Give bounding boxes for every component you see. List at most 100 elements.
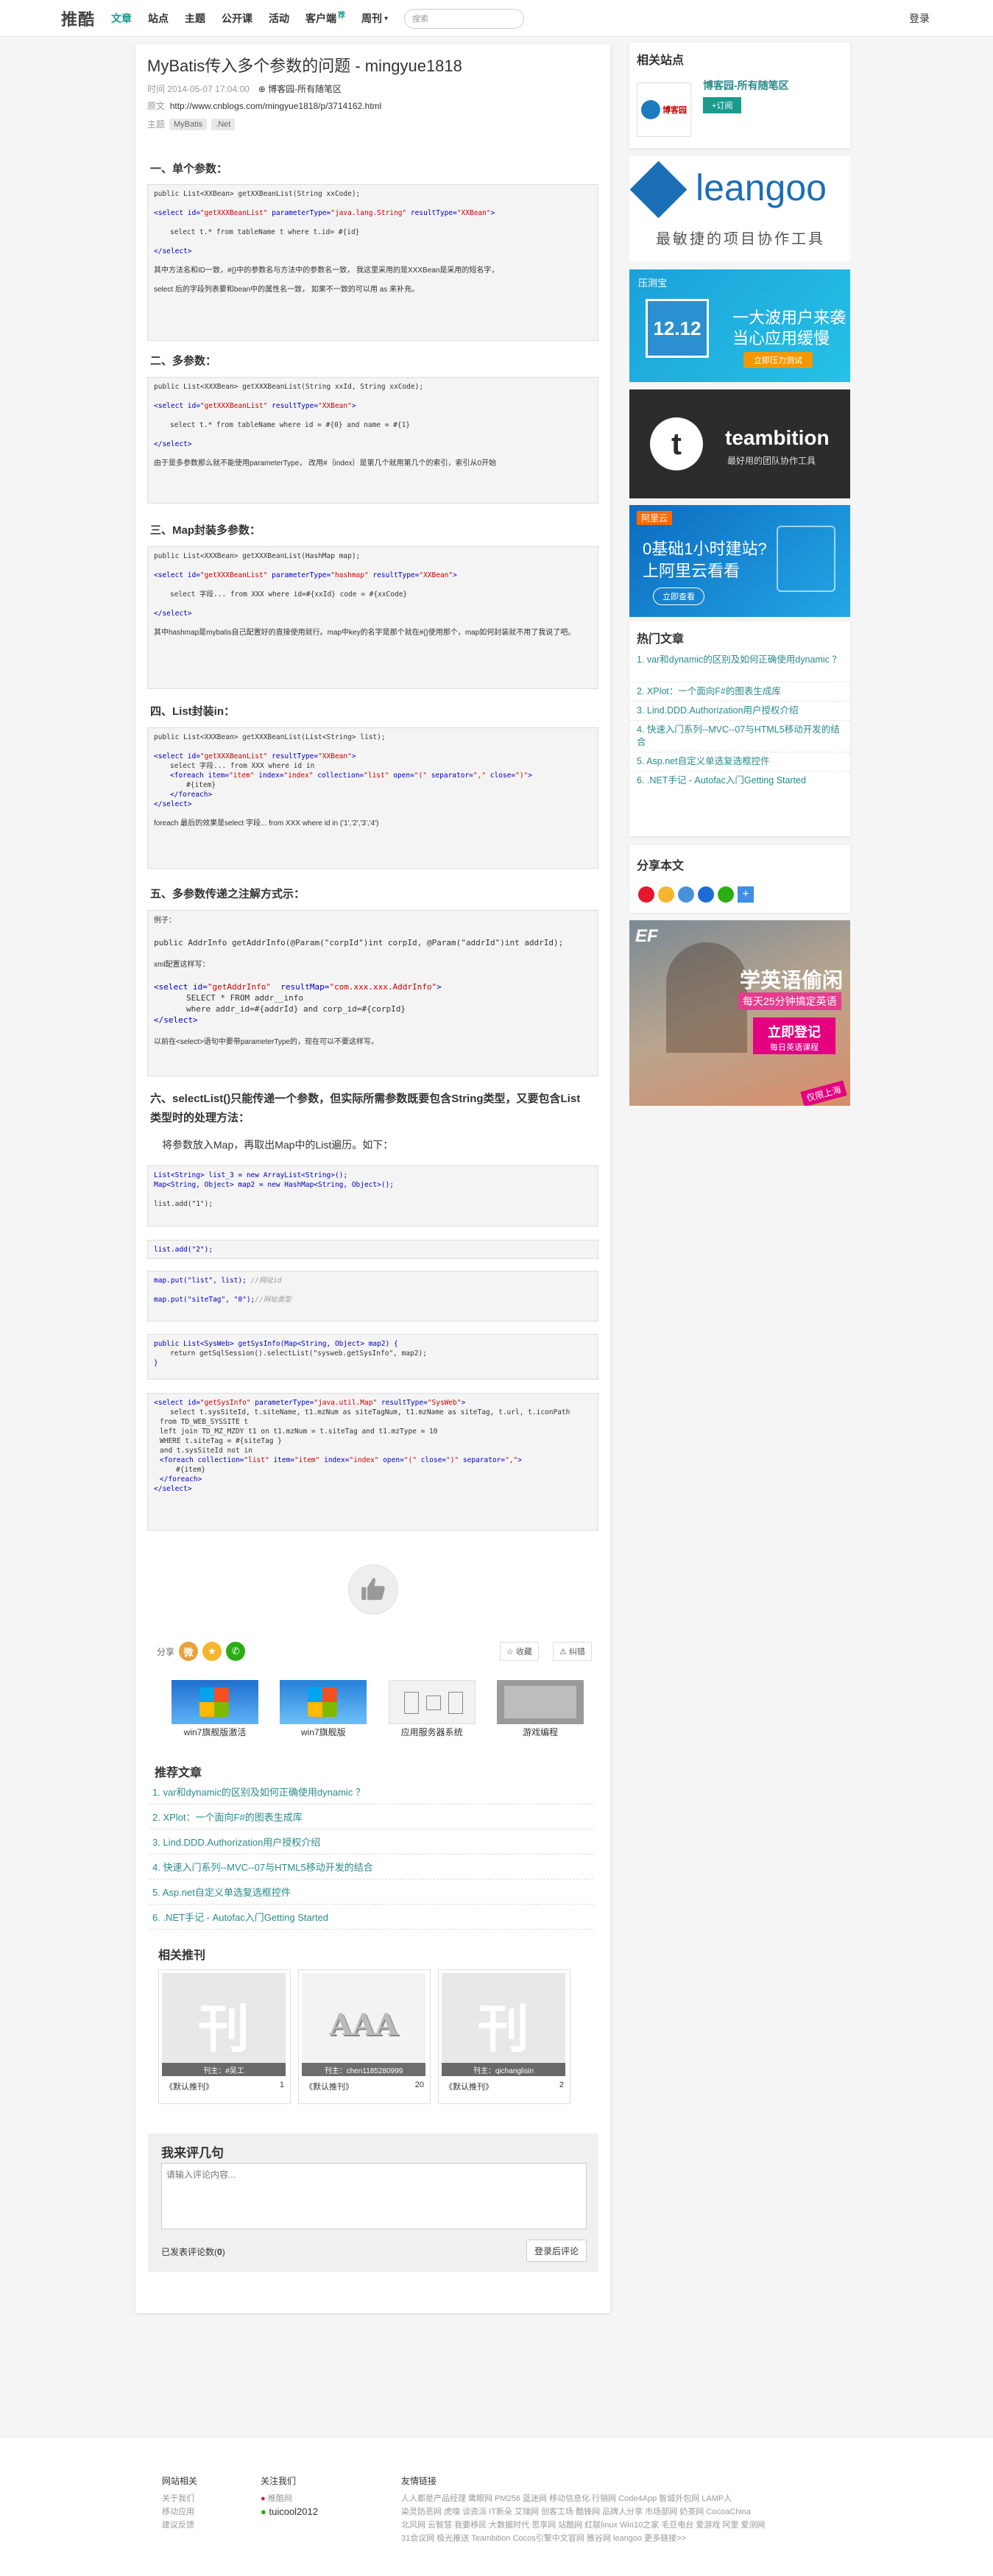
magazine-card[interactable]: AAA 刊主：chen1185280999 《默认推刊》 20	[298, 1969, 431, 2104]
heading-multi-param: 二、多参数：	[150, 355, 217, 367]
footer: 网站相关 关于我们 移动应用 建议反馈 关注我们 ● 推酷网 ● tuicool…	[0, 2437, 993, 2576]
related-thumbs: win7旗舰版激活 win7旗舰版 应用服务器系统 游戏编程	[172, 1680, 584, 1738]
teambition-ad[interactable]: t teambition 最好用的团队协作工具	[629, 389, 850, 498]
cnblogs-logo[interactable]: 博客园	[637, 82, 691, 137]
code-note: 由于是多参数那么就不能使用parameterType， 改用#｛index｝是第…	[154, 459, 497, 467]
login-to-comment-button[interactable]: 登录后评论	[526, 2240, 587, 2262]
site-logo[interactable]: 推酷	[61, 7, 95, 30]
code-line: return getSqlSession().selectList("syswe…	[170, 1349, 427, 1358]
hot-article-item[interactable]: 4. 快速入门系列--MVC--07与HTML5移动开发的结合	[629, 721, 850, 752]
code-note: 例子：	[154, 917, 176, 925]
footer-link-line[interactable]: 31会议网 极光推送 Teambition Cocos引擎中文官网 雅谷网 le…	[401, 2532, 813, 2545]
subscribe-button[interactable]: +订阅	[703, 97, 742, 113]
code-block-1: public List<XXBean> getXXBeanList(String…	[147, 184, 598, 341]
related-site-name[interactable]: 博客园-所有随笔区	[703, 78, 789, 93]
leangoo-brand: leangoo	[696, 167, 827, 208]
more-share-icon[interactable]: +	[738, 886, 754, 903]
code-line: where addr_id=#{addrId} and corp_id=#{co…	[186, 1004, 406, 1014]
code-line: list.add("1");	[154, 1200, 213, 1208]
code-line: <select id="getXXXBeanList" parameterTyp…	[154, 209, 495, 217]
code-line: public List<XXXBean> getXXXBeanList(List…	[154, 733, 386, 741]
code-block-8: map.put("list", list); //网址id map.put("s…	[147, 1271, 598, 1321]
game-screenshot-image	[496, 1680, 584, 1724]
thumb-item[interactable]: 游戏编程	[496, 1680, 584, 1738]
recommend-item[interactable]: 1. var和dynamic的区别及如何正确使用dynamic ？	[149, 1779, 593, 1804]
share-article-title: 分享本文	[637, 860, 685, 872]
footer-link[interactable]: ● 推酷网	[261, 2492, 318, 2505]
aliyun-ad[interactable]: 阿里云 0基础1小时建站? 上阿里云看看 立即查看	[629, 505, 850, 617]
like-button[interactable]	[348, 1564, 398, 1615]
footer-link[interactable]: ● tuicool2012	[261, 2505, 318, 2519]
wechat-icon[interactable]	[718, 886, 734, 903]
footer-link[interactable]: 建议反馈	[162, 2519, 197, 2532]
code-line: </select>	[154, 1485, 192, 1493]
code-line: <select id="getSysInfo" parameterType="j…	[154, 1399, 466, 1407]
magazine-list: 刊刊主：#吴工 《默认推刊》 1 AAA 刊主：chen1185280999 《默认…	[158, 1969, 578, 2104]
leangoo-ad[interactable]: leangoo 最敏捷的项目协作工具	[629, 156, 850, 261]
code-block-6: List<String> list_3 = new ArrayList<Stri…	[147, 1165, 598, 1227]
login-link[interactable]: 登录	[909, 0, 930, 37]
ef-english-ad[interactable]: EF 学英语偷闲 每天25分钟搞定英语 立即登记 每日英语课程 仅限上海	[629, 920, 850, 1106]
code-line: </foreach>	[170, 791, 213, 799]
recommend-item[interactable]: 5. Asp.net自定义单选复选框控件	[149, 1880, 593, 1905]
qzone-icon[interactable]	[658, 886, 674, 903]
code-line: </select>	[154, 610, 192, 618]
code-line: public List<XXBean> getXXBeanList(String…	[154, 190, 361, 198]
ef-btn1: 立即登记	[768, 1025, 821, 1040]
thumbs-up-icon	[361, 1578, 385, 1601]
thumb-item[interactable]: win7旗舰版激活	[172, 1680, 258, 1738]
weibo-icon[interactable]	[638, 886, 654, 903]
footer-link[interactable]: 关于我们	[162, 2492, 197, 2505]
code-block-10: <select id="getSysInfo" parameterType="j…	[147, 1393, 598, 1531]
magazine-card[interactable]: 刊刊主：#吴工 《默认推刊》 1	[158, 1969, 291, 2104]
hot-article-item[interactable]: 3. Lind.DDD.Authorization用户授权介绍	[629, 702, 850, 721]
weibo-icon[interactable]: 微	[179, 1642, 199, 1661]
comment-box: 我来评几句 已发表评论数(0) 登录后评论	[148, 2134, 598, 2272]
yacebao-ad[interactable]: 压测宝 12.12 一大波用户来袭 当心应用缓慢 立即压力测试	[629, 269, 850, 382]
code-note: xml配置这样写：	[154, 961, 210, 969]
footer-link-line[interactable]: 北风网 云智慧 我要移民 大数据时代 思享网 站酷网 红联linux Win10…	[401, 2519, 813, 2532]
nav-articles[interactable]: 文章	[111, 11, 132, 26]
heading-single-param: 一、单个参数：	[150, 163, 228, 175]
code-line: <foreach collection="list" item="item" i…	[160, 1456, 523, 1464]
magazine-owner: 刊主：qichanglisin	[442, 2063, 565, 2076]
code-line: <select id="getAddrInfo" resultMap="com.…	[154, 982, 442, 992]
code-note: 其中hashmap是mybatis自己配置好的直接使用就行。map中key的名字…	[154, 629, 576, 637]
qzone-icon[interactable]: ★	[202, 1642, 222, 1661]
paragraph-map-list: 将参数放入Map，再取出Map中的List遍历。如下：	[162, 1139, 394, 1151]
code-line: list.add("2");	[154, 1246, 213, 1254]
hot-article-item[interactable]: 2. XPlot：一个面向F#的图表生成库	[629, 682, 850, 702]
recommend-item[interactable]: 3. Lind.DDD.Authorization用户授权介绍	[149, 1829, 593, 1855]
code-line: WHERE t.siteTag = #{siteTag }	[160, 1437, 282, 1445]
footer-col-title: 网站相关	[162, 2476, 198, 2486]
report-button[interactable]: ⚠ 纠错	[553, 1642, 592, 1661]
thumb-item[interactable]: 应用服务器系统	[388, 1680, 476, 1738]
code-line: select 字段... from XXX where id=#{xxId} c…	[170, 590, 408, 599]
code-line: public List<SysWeb> getSysInfo(Map<Strin…	[154, 1340, 398, 1348]
code-line: #{item}	[186, 781, 216, 789]
recommend-item[interactable]: 6. .NET手记 - Autofac入门Getting Started	[149, 1905, 593, 1930]
comment-input[interactable]	[161, 2163, 587, 2229]
code-line: <select id="getXXXBeanList" resultType="…	[154, 752, 356, 761]
renren-icon[interactable]	[698, 886, 714, 903]
hot-article-item[interactable]: 5. Asp.net自定义单选复选框控件	[629, 752, 850, 772]
footer-link-line[interactable]: 染灵防恶网 虎嗅 谈资派 IT新朵 艾瑞网 创客工场 酷锋网 品牌人分享 市场部…	[401, 2505, 813, 2519]
magazine-glyph: AAA	[329, 2007, 398, 2042]
hot-article-item[interactable]: 1. var和dynamic的区别及如何正确使用dynamic ？	[629, 651, 850, 682]
footer-link-line[interactable]: 人人都是产品经理 鹰眼网 PM256 蓝迷网 移动信息化 行销网 Code4Ap…	[401, 2492, 813, 2505]
recommend-item[interactable]: 2. XPlot：一个面向F#的图表生成库	[149, 1804, 593, 1829]
tencent-weibo-icon[interactable]	[678, 886, 694, 903]
thumb-label: win7旗舰版	[300, 1727, 346, 1737]
magazine-card[interactable]: 刊刊主：qichanglisin 《默认推刊》 2	[438, 1969, 570, 2104]
leangoo-slogan: 最敏捷的项目协作工具	[656, 231, 825, 247]
collect-button[interactable]: ☆ 收藏	[500, 1642, 539, 1661]
hot-article-item[interactable]: 6. .NET手记 - Autofac入门Getting Started	[629, 772, 850, 790]
magazine-count: 20	[414, 2081, 424, 2089]
thumb-item[interactable]: win7旗舰版	[280, 1680, 367, 1738]
recommend-item[interactable]: 4. 快速入门系列--MVC--07与HTML5移动开发的结合	[149, 1855, 593, 1880]
wechat-icon[interactable]: ✆	[226, 1642, 246, 1661]
thumb-label: 应用服务器系统	[400, 1727, 463, 1737]
code-line: and t.sysSiteId not in	[160, 1447, 252, 1455]
footer-link[interactable]: 移动应用	[162, 2505, 197, 2519]
aliyun-line2: 上阿里云看看	[643, 562, 741, 580]
